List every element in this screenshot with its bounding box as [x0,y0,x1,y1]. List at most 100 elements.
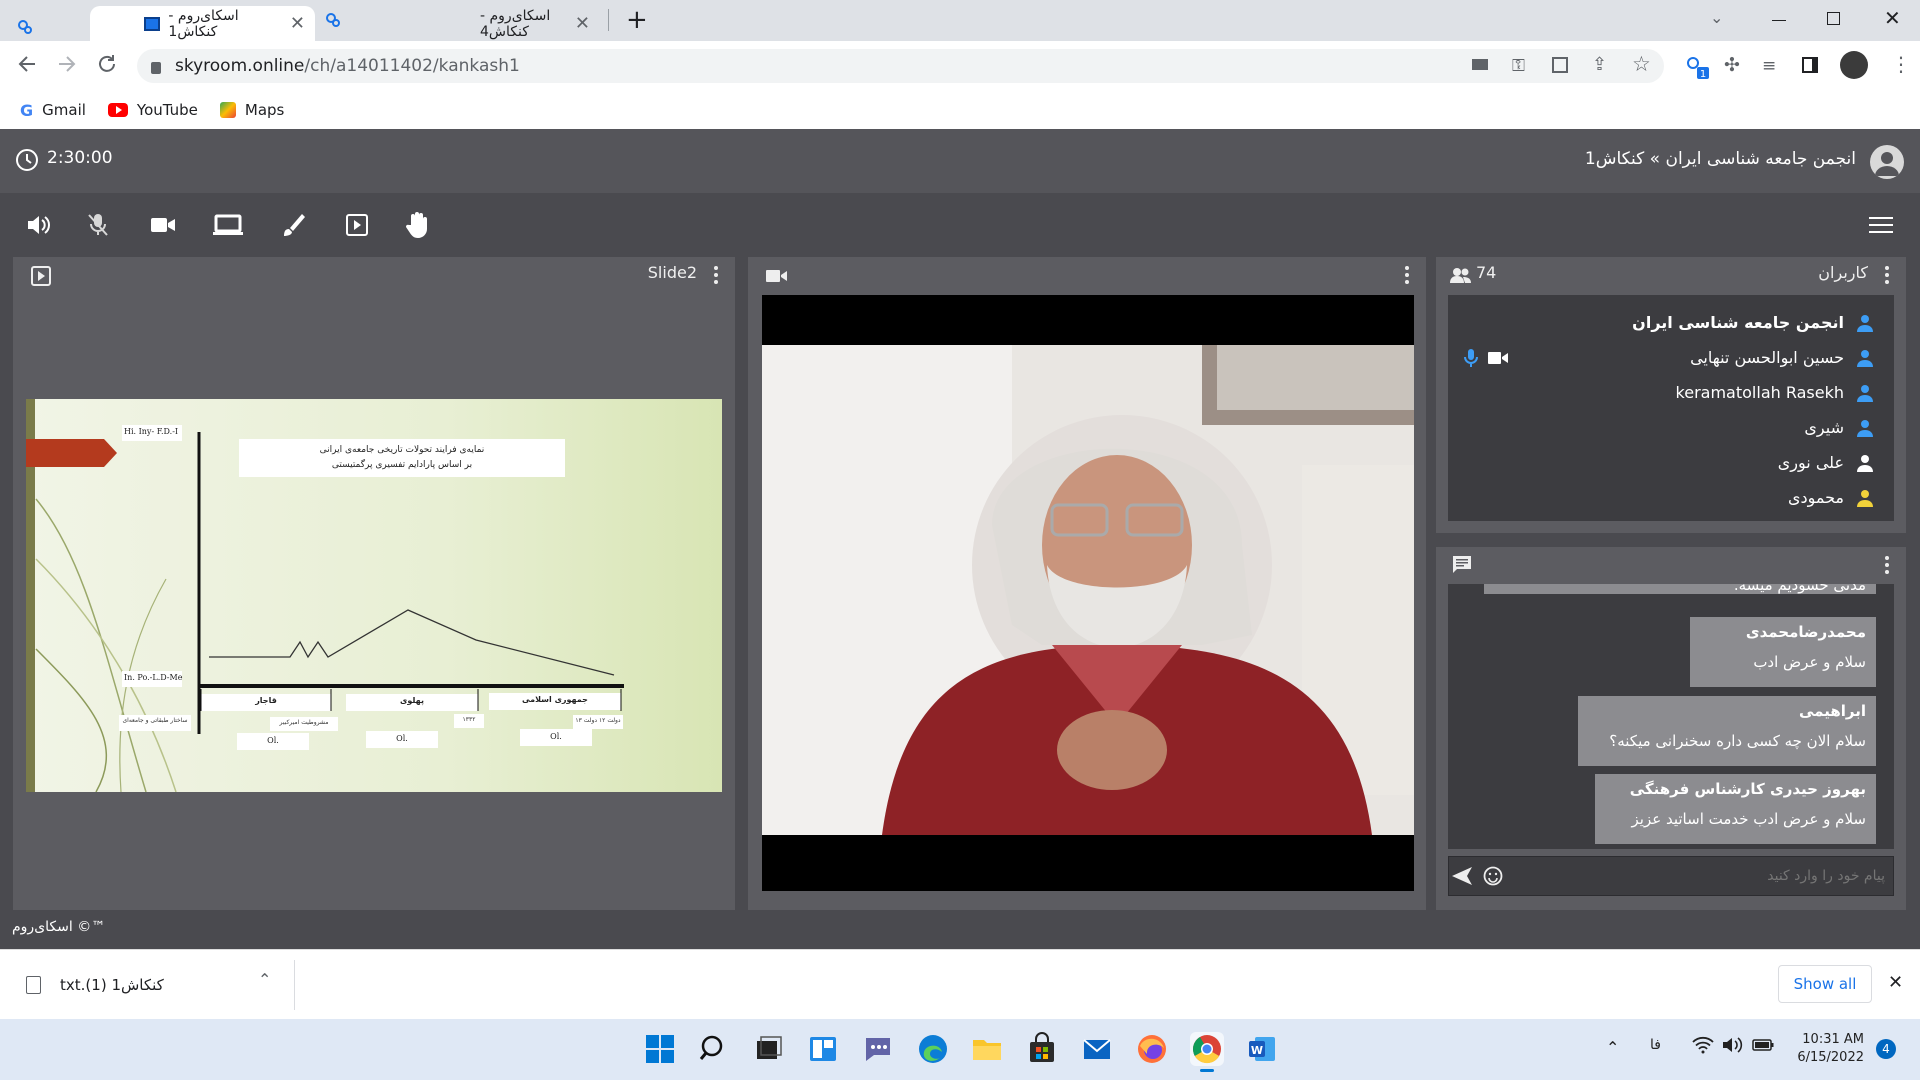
teams-chat-icon[interactable] [861,1032,895,1066]
svg-text:1: 1 [1700,69,1706,80]
show-all-button[interactable]: Show all [1778,965,1872,1003]
close-window-button[interactable]: ✕ [1884,6,1901,30]
user-name: حسین ابوالحسن تنهایی [1690,348,1844,367]
hamburger-menu-icon[interactable] [1869,215,1893,235]
user-mic-icon [1464,349,1478,367]
url-domain: skyroom.online [175,56,305,76]
share-icon[interactable]: ⇪ [1592,54,1607,75]
slide-panel-menu-icon[interactable] [714,266,718,287]
user-item[interactable]: محمودی [1448,480,1874,515]
tab-close-icon[interactable]: ✕ [575,13,590,34]
search-icon[interactable] [697,1032,731,1066]
input-language[interactable]: فا [1650,1037,1661,1053]
reload-icon[interactable] [96,53,118,75]
mic-muted-icon[interactable] [86,212,110,238]
bookmark-maps[interactable]: Maps [219,101,284,119]
camera-permission-icon[interactable] [1472,59,1488,70]
volume-icon[interactable] [1722,1036,1744,1054]
tab-close-icon[interactable]: ✕ [290,13,305,34]
chat-message-author: ابراهیمی [1798,702,1866,720]
chat-message-text: سلام و عرض ادب [1753,653,1866,671]
mail-icon[interactable] [1080,1032,1114,1066]
windows-taskbar: W ⌃ فا 10:31 AM 6/15/2022 4 [0,1019,1920,1080]
firefox-icon[interactable] [1135,1032,1169,1066]
slide-title-line2: بر اساس پارادایم تفسیری پرگمتیستی [331,460,473,470]
back-arrow-icon[interactable] [16,53,38,75]
speaker-video-frame [762,345,1414,835]
chat-message-input[interactable] [1513,861,1885,891]
chrome-icon[interactable] [1190,1032,1224,1072]
battery-icon[interactable] [1752,1039,1774,1051]
password-key-icon[interactable]: ⚿ [1512,56,1525,76]
google-icon: G [20,100,34,120]
new-tab-button[interactable]: + [626,5,648,35]
clock-date: 6/15/2022 [1797,1050,1864,1065]
screen-share-icon[interactable] [213,214,243,236]
bookmark-star-icon[interactable]: ☆ [1632,52,1651,76]
user-item[interactable]: حسین ابوالحسن تنهایی [1448,340,1874,375]
widgets-icon[interactable] [806,1032,840,1066]
user-avatar[interactable] [1870,145,1904,179]
file-explorer-icon[interactable] [970,1032,1004,1066]
media-playlist-icon[interactable]: ≡ [1762,56,1776,76]
slide-title: نمایه‌ی فرایند تحولات تاریخی جامعه‌ی ایر… [239,443,565,473]
whiteboard-brush-icon[interactable] [280,212,306,238]
bookmark-gmail[interactable]: G Gmail [20,101,86,120]
tab-kankash4[interactable]: اسکای‌روم - کنکاش4 ✕ [360,6,600,41]
speaker-icon[interactable] [25,212,51,238]
user-name: محمودی [1787,488,1844,507]
side-panel-icon[interactable] [1802,57,1818,73]
slide-canvas: نمایه‌ی فرایند تحولات تاریخی جامعه‌ی ایر… [26,399,722,792]
wifi-icon[interactable] [1692,1036,1714,1054]
restore-button[interactable] [1827,12,1840,25]
tab-search-chevron-icon[interactable]: ⌄ [1710,8,1723,27]
camera-icon[interactable] [150,215,176,235]
close-shelf-icon[interactable]: ✕ [1888,972,1903,993]
user-item[interactable]: keramatollah Rasekh [1448,375,1874,410]
emoji-icon[interactable] [1483,866,1503,886]
lock-icon [151,61,161,74]
presentation-icon[interactable] [345,213,369,237]
users-group-icon [1450,266,1472,284]
minimize-button[interactable] [1772,20,1786,21]
microsoft-store-icon[interactable] [1025,1032,1059,1066]
chrome-menu-icon[interactable]: ⋮ [1891,52,1911,76]
user-icon [1857,489,1873,507]
user-count: 74 [1476,263,1497,282]
user-item[interactable]: شیری [1448,410,1874,445]
profile-avatar[interactable] [1840,51,1868,79]
open-external-icon[interactable] [1552,57,1568,73]
windows-start-icon[interactable] [643,1032,677,1066]
task-view-icon[interactable] [751,1032,785,1066]
slide-title-line1: نمایه‌ی فرایند تحولات تاریخی جامعه‌ی ایر… [319,445,485,455]
download-options-chevron-icon[interactable]: ⌃ [258,970,271,989]
video-panel-menu-icon[interactable] [1405,266,1409,287]
chat-panel-menu-icon[interactable] [1885,556,1889,577]
word-icon[interactable]: W [1245,1032,1279,1066]
user-icon [1857,384,1873,402]
chat-message: ابراهیمی سلام الان چه کسی داره سخنرانی م… [1578,696,1876,766]
users-panel-menu-icon[interactable] [1885,266,1889,287]
user-item[interactable]: انجمن جامعه شناسی ایران [1448,305,1874,340]
extension-badge-icon[interactable]: 1 [1684,54,1710,80]
notification-badge[interactable]: 4 [1876,1039,1896,1059]
forward-arrow-icon[interactable] [56,53,78,75]
tab-title: اسکای‌روم - کنکاش1 [168,7,239,40]
tab-kankash1[interactable]: اسکای‌روم - کنکاش1 ✕ [90,6,315,41]
svg-text:W: W [1251,1044,1263,1057]
browser-tab-bar: اسکای‌روم - کنکاش1 ✕ اسکای‌روم - کنکاش4 … [0,0,1920,41]
app-footer: اسکای‌روم ©™ [12,919,106,935]
address-bar[interactable]: skyroom.online/ch/a14011402/kankash1 [137,49,1664,83]
user-item[interactable]: علی نوری [1448,445,1874,480]
download-file-name[interactable]: کنکاش1 (1).txt [60,976,164,994]
system-clock[interactable]: 10:31 AM 6/15/2022 [1792,1031,1864,1067]
raise-hand-icon[interactable] [405,211,429,239]
chat-message-author: بهروز حیدری کارشناس فرهنگی [1629,780,1866,798]
slide-ol-label: Ol. [267,736,279,745]
extensions-puzzle-icon[interactable]: ✣ [1724,54,1740,76]
tray-chevron-up-icon[interactable]: ⌃ [1606,1038,1619,1057]
edge-browser-icon[interactable] [916,1032,950,1066]
bookmark-youtube[interactable]: YouTube [107,101,198,119]
browser-menu-icon[interactable] [16,9,34,44]
send-icon[interactable] [1451,866,1473,886]
